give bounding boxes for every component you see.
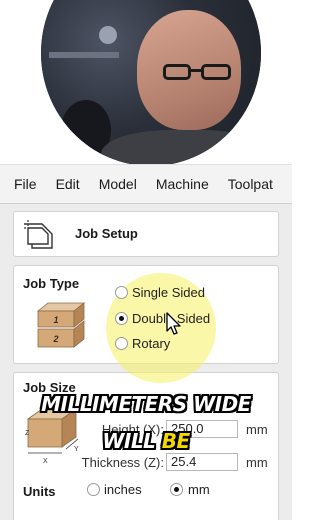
caption-line-2: WILL BE: [102, 429, 190, 453]
presenter-video: [41, 0, 261, 164]
menu-model[interactable]: Model: [99, 176, 137, 192]
rotary-radio[interactable]: [115, 337, 128, 350]
units-mm-label: mm: [188, 482, 210, 497]
svg-text:2: 2: [52, 334, 58, 344]
webcam-overlay: [0, 0, 292, 164]
caption-line-1: MILLIMETERS WIDE: [41, 392, 251, 416]
rotary-label: Rotary: [132, 336, 171, 351]
menu-machine[interactable]: Machine: [156, 176, 209, 192]
units-inches-label: inches: [104, 482, 142, 497]
double-sided-box-icon: 1 2: [36, 302, 86, 348]
thickness-label: Thickness (Z):: [81, 455, 164, 470]
job-setup-icon: [24, 220, 53, 249]
menu-bar: File Edit Model Machine Toolpat: [0, 164, 292, 204]
single-sided-radio[interactable]: [115, 286, 128, 299]
units-label: Units: [23, 484, 56, 499]
svg-text:X: X: [43, 458, 48, 465]
menu-toolpaths[interactable]: Toolpat: [228, 176, 273, 192]
mouse-pointer-icon: [166, 312, 181, 335]
double-sided-radio[interactable]: [115, 312, 128, 325]
thickness-input[interactable]: 25.4: [166, 453, 238, 471]
units-mm-radio[interactable]: [170, 483, 183, 496]
units-inches-radio[interactable]: [87, 483, 100, 496]
svg-text:1: 1: [53, 315, 58, 325]
menu-edit[interactable]: Edit: [56, 176, 80, 192]
single-sided-label: Single Sided: [132, 285, 205, 300]
job-setup-header: Job Setup: [13, 211, 279, 257]
job-type-label: Job Type: [23, 276, 80, 291]
menu-file[interactable]: File: [14, 176, 37, 192]
thickness-unit: mm: [246, 455, 268, 470]
job-setup-title: Job Setup: [75, 226, 138, 241]
